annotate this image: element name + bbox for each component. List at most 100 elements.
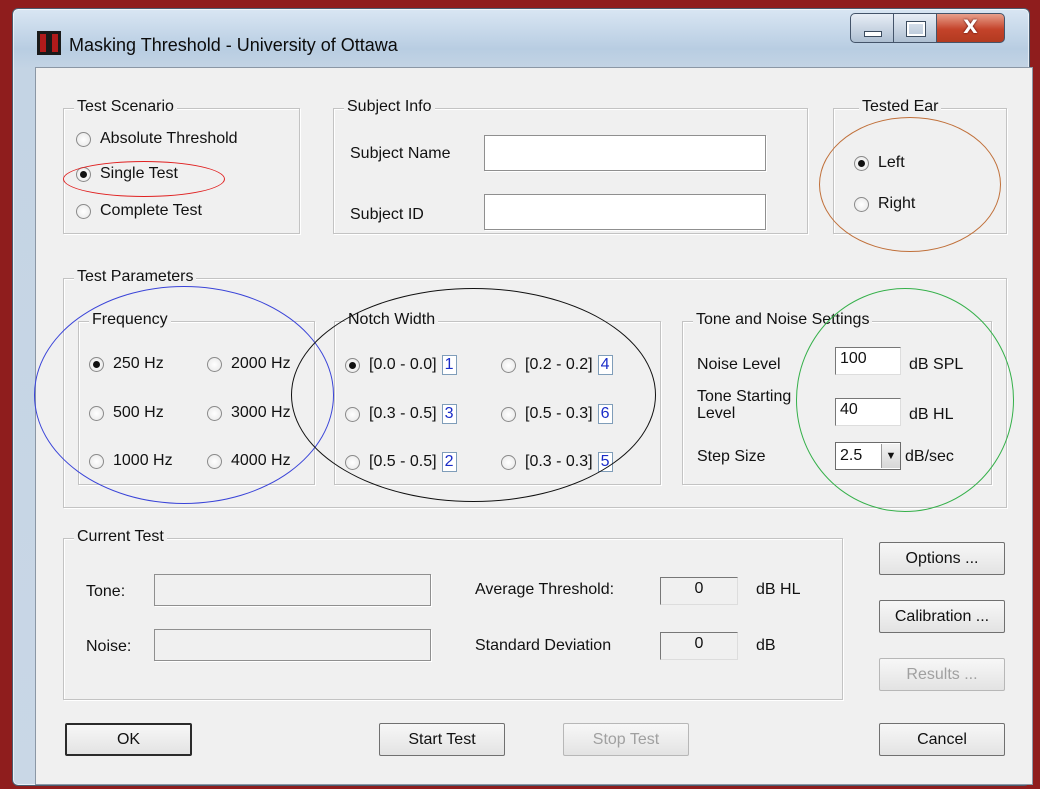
stop-test-button[interactable]: Stop Test bbox=[563, 723, 689, 756]
close-button[interactable]: X bbox=[936, 13, 1005, 43]
radio-complete-test[interactable]: Complete Test bbox=[76, 202, 202, 220]
radio-notch-3-circle[interactable] bbox=[501, 406, 516, 422]
radio-freq-2000-label: 2000 Hz bbox=[231, 355, 291, 372]
radio-freq-4000-label: 4000 Hz bbox=[231, 452, 291, 469]
minimize-button[interactable] bbox=[850, 13, 894, 43]
dialog-client-area: Test Scenario Absolute Threshold Single … bbox=[34, 67, 1033, 785]
standard-deviation-unit: dB bbox=[756, 637, 776, 654]
calibration-button[interactable]: Calibration ... bbox=[879, 600, 1005, 633]
notch-5-label: [0.3 - 0.3] bbox=[525, 453, 593, 470]
radio-freq-3000[interactable]: 3000 Hz bbox=[207, 404, 291, 422]
radio-complete-test-circle[interactable] bbox=[76, 203, 91, 219]
radio-freq-500-label: 500 Hz bbox=[113, 404, 164, 421]
app-window: Masking Threshold - University of Ottawa… bbox=[12, 8, 1033, 786]
radio-notch-2[interactable]: [0.3 - 0.5] 3 bbox=[345, 404, 457, 424]
options-button[interactable]: Options ... bbox=[879, 542, 1005, 575]
tone-starting-label-line1: Tone Starting bbox=[697, 388, 792, 405]
average-threshold-value: 0 bbox=[660, 577, 738, 605]
cancel-button[interactable]: Cancel bbox=[879, 723, 1005, 756]
radio-notch-5[interactable]: [0.3 - 0.3] 5 bbox=[501, 452, 613, 472]
radio-notch-0-circle[interactable] bbox=[345, 357, 360, 373]
standard-deviation-value: 0 bbox=[660, 632, 738, 660]
start-test-button[interactable]: Start Test bbox=[379, 723, 505, 756]
radio-single-test-circle[interactable] bbox=[76, 166, 91, 182]
radio-ear-left-circle[interactable] bbox=[854, 155, 869, 171]
notch-0-index: 1 bbox=[441, 355, 457, 375]
radio-ear-right[interactable]: Right bbox=[854, 195, 915, 213]
notch-2-index: 3 bbox=[441, 404, 457, 424]
subject-id-input[interactable] bbox=[484, 194, 766, 230]
tone-label: Tone: bbox=[86, 583, 126, 600]
radio-absolute-threshold-label: Absolute Threshold bbox=[100, 130, 238, 147]
notch-3-label: [0.5 - 0.3] bbox=[525, 405, 593, 422]
radio-notch-1-circle[interactable] bbox=[501, 357, 516, 373]
frequency-group: Frequency 250 Hz 2000 Hz 500 Hz 3000 Hz … bbox=[78, 311, 315, 485]
subject-info-legend: Subject Info bbox=[344, 98, 435, 116]
radio-freq-250[interactable]: 250 Hz bbox=[89, 355, 164, 373]
notch-5-index: 5 bbox=[597, 452, 613, 472]
notch-3-index: 6 bbox=[597, 404, 613, 424]
test-scenario-group: Test Scenario Absolute Threshold Single … bbox=[63, 98, 300, 234]
radio-notch-2-circle[interactable] bbox=[345, 406, 360, 422]
notch-2-label: [0.3 - 0.5] bbox=[369, 405, 437, 422]
radio-absolute-threshold-circle[interactable] bbox=[76, 131, 91, 147]
radio-complete-test-label: Complete Test bbox=[100, 202, 202, 219]
radio-freq-1000-label: 1000 Hz bbox=[113, 452, 173, 469]
maximize-icon bbox=[906, 21, 926, 37]
maximize-button[interactable] bbox=[893, 13, 937, 43]
notch-width-legend: Notch Width bbox=[345, 311, 439, 329]
radio-freq-3000-circle[interactable] bbox=[207, 405, 222, 421]
radio-freq-2000[interactable]: 2000 Hz bbox=[207, 355, 291, 373]
subject-name-input[interactable] bbox=[484, 135, 766, 171]
radio-ear-right-circle[interactable] bbox=[854, 196, 869, 212]
radio-freq-250-circle[interactable] bbox=[89, 356, 104, 372]
subject-info-group: Subject Info Subject Name Subject ID bbox=[333, 98, 808, 234]
tone-starting-level-unit: dB HL bbox=[909, 406, 954, 423]
average-threshold-label: Average Threshold: bbox=[475, 581, 615, 598]
notch-4-index: 2 bbox=[441, 452, 457, 472]
radio-freq-1000[interactable]: 1000 Hz bbox=[89, 452, 173, 470]
step-size-label: Step Size bbox=[697, 448, 766, 465]
radio-notch-5-circle[interactable] bbox=[501, 454, 516, 470]
radio-notch-0[interactable]: [0.0 - 0.0] 1 bbox=[345, 355, 457, 375]
step-size-value: 2.5 bbox=[840, 447, 863, 464]
results-button[interactable]: Results ... bbox=[879, 658, 1005, 691]
notch-width-group: Notch Width [0.0 - 0.0] 1 [0.2 - 0.2] 4 [0… bbox=[334, 311, 661, 485]
test-scenario-legend: Test Scenario bbox=[74, 98, 177, 116]
tested-ear-group: Tested Ear Left Right bbox=[833, 98, 1007, 234]
notch-1-index: 4 bbox=[597, 355, 613, 375]
radio-single-test[interactable]: Single Test bbox=[76, 165, 178, 183]
radio-freq-3000-label: 3000 Hz bbox=[231, 404, 291, 421]
title-bar[interactable]: Masking Threshold - University of Ottawa… bbox=[13, 9, 1029, 67]
frequency-legend: Frequency bbox=[89, 311, 171, 329]
radio-freq-500[interactable]: 500 Hz bbox=[89, 404, 164, 422]
step-size-unit: dB/sec bbox=[905, 448, 954, 465]
radio-notch-4[interactable]: [0.5 - 0.5] 2 bbox=[345, 452, 457, 472]
noise-level-unit: dB SPL bbox=[909, 356, 964, 373]
noise-level-input[interactable]: 100 bbox=[835, 347, 901, 375]
radio-single-test-label: Single Test bbox=[100, 165, 178, 182]
tone-noise-group: Tone and Noise Settings Noise Level 100 … bbox=[682, 311, 992, 485]
radio-freq-4000-circle[interactable] bbox=[207, 453, 222, 469]
radio-notch-1[interactable]: [0.2 - 0.2] 4 bbox=[501, 355, 613, 375]
tone-starting-level-input[interactable]: 40 bbox=[835, 398, 901, 426]
subject-name-label: Subject Name bbox=[350, 145, 451, 162]
tone-starting-label-line2: Level bbox=[697, 405, 736, 422]
step-size-select[interactable]: 2.5 ▼ bbox=[835, 442, 901, 470]
radio-notch-3[interactable]: [0.5 - 0.3] 6 bbox=[501, 404, 613, 424]
noise-label: Noise: bbox=[86, 638, 132, 655]
chevron-down-icon[interactable]: ▼ bbox=[881, 444, 900, 468]
ok-button[interactable]: OK bbox=[65, 723, 192, 756]
noise-level-label: Noise Level bbox=[697, 356, 781, 373]
tone-starting-level-label: Tone Starting Level bbox=[697, 388, 791, 422]
radio-ear-left[interactable]: Left bbox=[854, 154, 905, 172]
notch-1-label: [0.2 - 0.2] bbox=[525, 356, 593, 373]
radio-freq-2000-circle[interactable] bbox=[207, 356, 222, 372]
radio-freq-4000[interactable]: 4000 Hz bbox=[207, 452, 291, 470]
radio-ear-right-label: Right bbox=[878, 195, 916, 212]
radio-notch-4-circle[interactable] bbox=[345, 454, 360, 470]
tone-noise-legend: Tone and Noise Settings bbox=[693, 311, 873, 329]
radio-freq-1000-circle[interactable] bbox=[89, 453, 104, 469]
radio-absolute-threshold[interactable]: Absolute Threshold bbox=[76, 130, 238, 148]
radio-freq-500-circle[interactable] bbox=[89, 405, 104, 421]
